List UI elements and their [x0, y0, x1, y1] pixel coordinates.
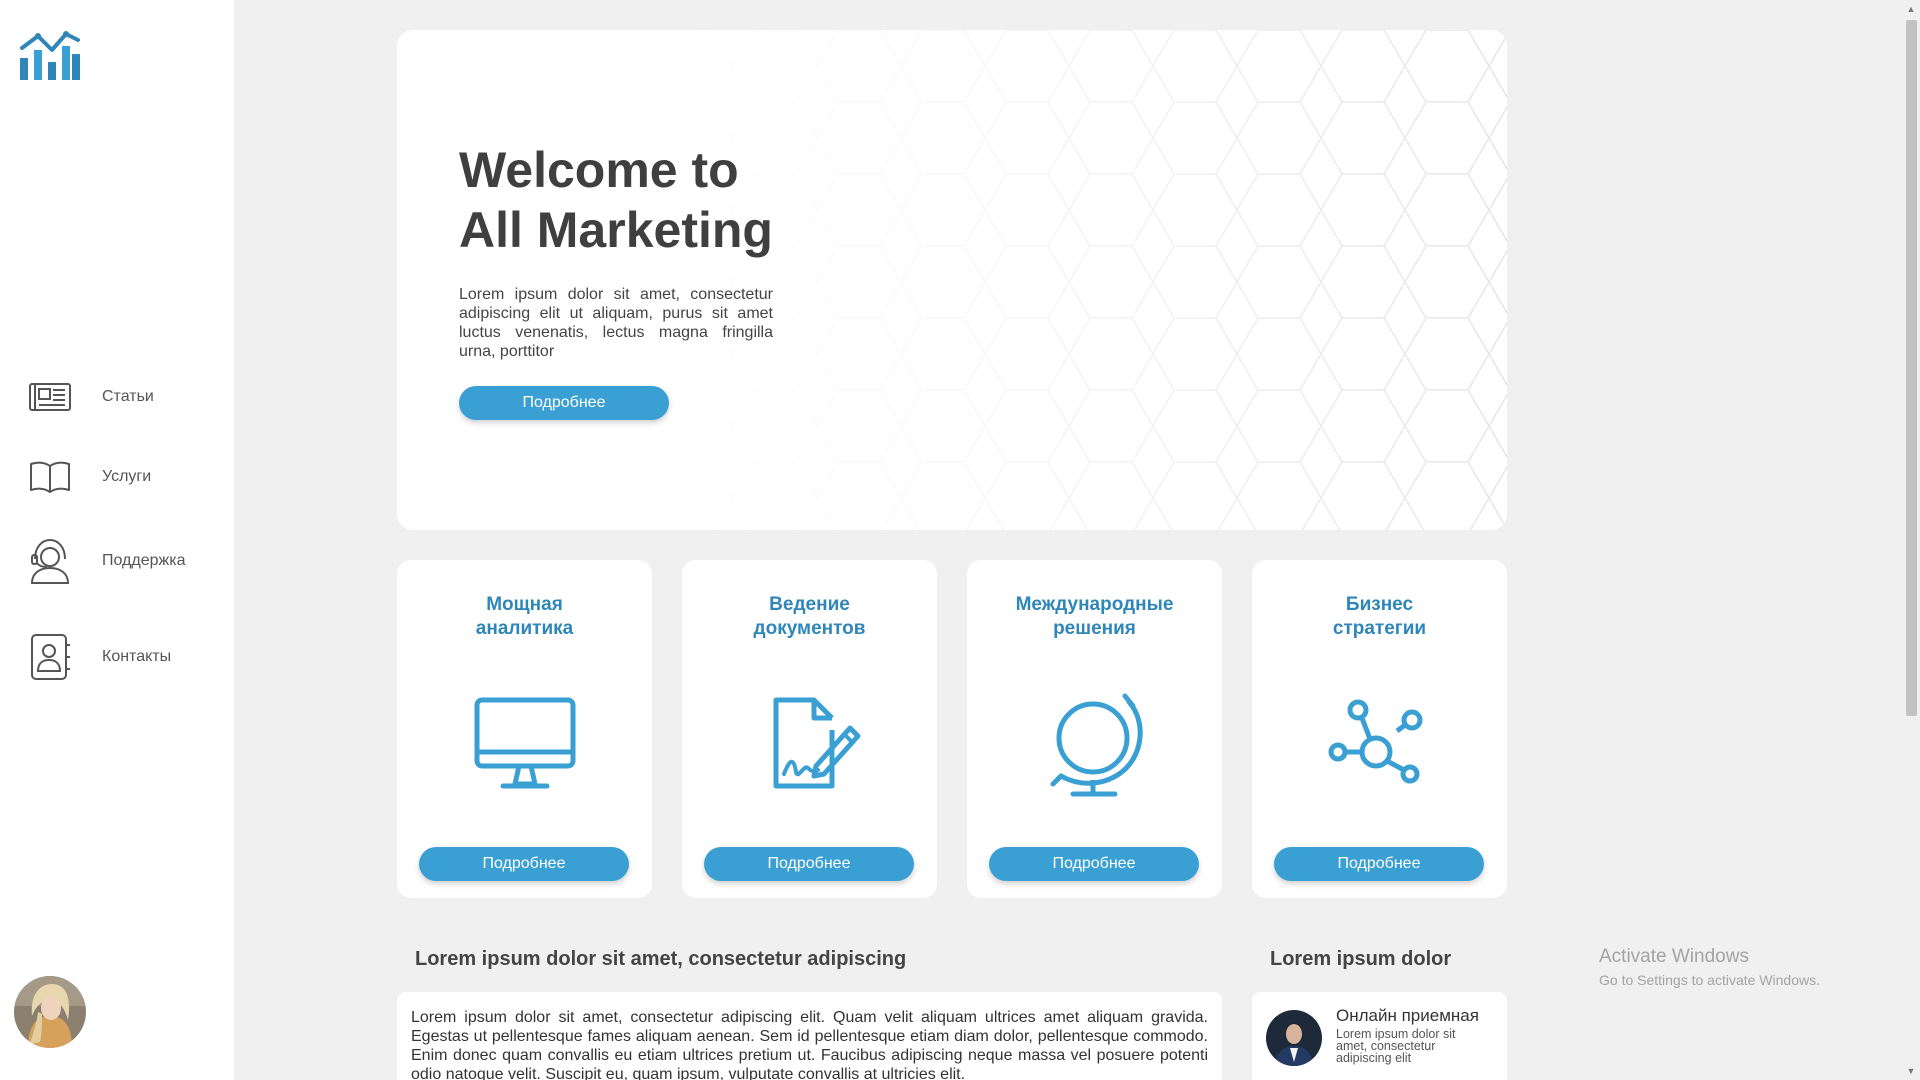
analytics-chart-icon[interactable]	[18, 28, 82, 82]
card-more-button[interactable]: Подробнее	[704, 847, 914, 881]
scroll-down-arrow-icon[interactable]: ▼	[1906, 1066, 1916, 1076]
hero-more-button[interactable]: Подробнее	[459, 386, 669, 420]
sidebar-item-services[interactable]: Услуги	[28, 452, 151, 502]
online-reception-card[interactable]: Онлайн приемная Lorem ipsum dolor sit am…	[1252, 992, 1507, 1080]
reception-section-title: Lorem ipsum dolor	[1270, 948, 1452, 970]
card-title: Мощная аналитика	[397, 593, 652, 641]
scrollbar-thumb[interactable]	[1906, 20, 1917, 716]
network-nodes-icon	[1324, 688, 1436, 800]
hero-title-line: All Marketing	[459, 202, 773, 258]
hero-title: Welcome to All Marketing	[459, 140, 879, 260]
hero-title-line: Welcome to	[459, 142, 739, 198]
sidebar-item-label: Поддержка	[102, 552, 186, 569]
document-sign-icon	[754, 688, 866, 800]
card-title: Международные решения	[967, 593, 1222, 641]
service-card-strategy: Бизнес стратегии Подробнее	[1252, 560, 1507, 898]
hero-banner: Welcome to All Marketing Lorem ipsum dol…	[397, 30, 1507, 530]
sidebar-item-label: Статьи	[102, 388, 154, 405]
contact-book-icon	[28, 632, 72, 682]
card-title: Бизнес стратегии	[1252, 593, 1507, 641]
hero-description: Lorem ipsum dolor sit amet, consectetur …	[459, 286, 773, 360]
open-book-icon	[28, 452, 72, 502]
hexagon-pattern-decoration	[397, 30, 1507, 530]
card-more-button[interactable]: Подробнее	[419, 847, 629, 881]
service-card-analytics: Мощная аналитика Подробнее	[397, 560, 652, 898]
scroll-up-arrow-icon[interactable]: ▲	[1906, 4, 1916, 14]
sidebar-item-label: Услуги	[102, 468, 152, 485]
headset-support-icon	[28, 536, 72, 586]
vertical-scrollbar[interactable]: ▲ ▼	[1902, 0, 1920, 1080]
watermark-title: Activate Windows	[1599, 946, 1749, 967]
card-title-line: Мощная	[486, 594, 563, 615]
reception-card-title: Онлайн приемная	[1336, 1006, 1479, 1025]
card-title-line: решения	[1053, 618, 1136, 639]
card-title-line: документов	[753, 618, 866, 639]
card-more-button[interactable]: Подробнее	[1274, 847, 1484, 881]
article-section-title: Lorem ipsum dolor sit amet, consectetur …	[415, 948, 907, 970]
service-card-documents: Ведение документов Подробнее	[682, 560, 937, 898]
sidebar-item-contacts[interactable]: Контакты	[28, 632, 171, 682]
reception-person-photo	[1266, 1010, 1322, 1066]
globe-icon	[1039, 688, 1151, 800]
card-title-line: Международные	[1015, 594, 1174, 615]
sidebar-item-articles[interactable]: Статьи	[28, 372, 154, 422]
card-more-button[interactable]: Подробнее	[989, 847, 1199, 881]
sidebar: Статьи Услуги Поддержка Контакты	[0, 0, 234, 1080]
card-title-line: стратегии	[1332, 618, 1427, 639]
card-title-line: Бизнес	[1345, 594, 1414, 615]
card-title-line: Ведение	[769, 594, 850, 615]
windows-activation-watermark: Activate Windows Go to Settings to activ…	[1599, 946, 1820, 988]
sidebar-item-label: Контакты	[102, 648, 172, 665]
article-text-block: Lorem ipsum dolor sit amet, consectetur …	[397, 992, 1222, 1080]
service-card-international: Международные решения Подробнее	[967, 560, 1222, 898]
watermark-subtitle: Go to Settings to activate Windows.	[1599, 972, 1820, 988]
card-title-line: аналитика	[475, 618, 574, 639]
sidebar-item-support[interactable]: Поддержка	[28, 536, 185, 586]
user-avatar[interactable]	[14, 976, 86, 1048]
card-title: Ведение документов	[682, 593, 937, 641]
reception-card-text: Lorem ipsum dolor sit amet, consectetur …	[1336, 1027, 1456, 1065]
monitor-icon	[469, 688, 581, 800]
newspaper-icon	[28, 372, 72, 422]
